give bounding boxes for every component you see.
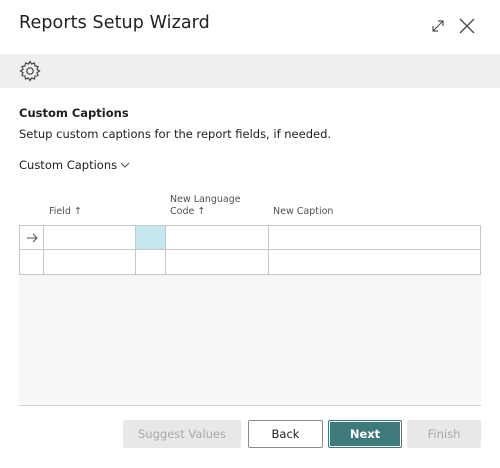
field-lookup-cell[interactable] <box>135 226 165 250</box>
new-caption-cell[interactable] <box>268 250 481 274</box>
wizard-footer: Suggest Values Back Next Finish <box>0 420 500 450</box>
custom-captions-grid: Field ↑ New Language Code ↑ New Caption <box>19 188 481 406</box>
new-language-code-cell[interactable] <box>165 226 268 250</box>
new-caption-cell[interactable] <box>268 226 481 250</box>
table-row[interactable] <box>19 225 481 250</box>
table-row[interactable] <box>19 249 481 275</box>
grid-header: Field ↑ New Language Code ↑ New Caption <box>19 188 481 225</box>
column-header-field[interactable]: Field ↑ <box>49 206 82 218</box>
field-lookup-cell[interactable] <box>135 250 165 274</box>
section-title: Custom Captions <box>19 106 129 120</box>
chevron-down-icon <box>120 162 130 168</box>
field-cell[interactable] <box>43 250 135 274</box>
finish-button[interactable]: Finish <box>407 420 481 448</box>
field-cell[interactable] <box>43 226 135 250</box>
part-caption-label: Custom Captions <box>19 158 118 172</box>
suggest-values-button[interactable]: Suggest Values <box>123 420 241 448</box>
title-bar: Reports Setup Wizard <box>0 0 500 52</box>
column-header-new-language-code-line1: New Language <box>170 194 241 205</box>
column-header-new-language-code[interactable]: New Language Code ↑ <box>170 194 241 218</box>
gear-icon[interactable] <box>18 59 42 83</box>
arrow-right-icon <box>27 233 38 243</box>
column-header-new-language-code-line2: Code ↑ <box>170 206 206 217</box>
back-button[interactable]: Back <box>248 420 323 448</box>
custom-captions-part-toggle[interactable]: Custom Captions <box>19 158 130 172</box>
action-toolbar <box>0 54 500 88</box>
close-icon[interactable] <box>456 15 478 37</box>
row-indicator-cell[interactable] <box>19 226 43 250</box>
column-header-new-caption[interactable]: New Caption <box>273 206 333 218</box>
row-indicator-cell[interactable] <box>19 250 43 274</box>
section-description: Setup custom captions for the report fie… <box>19 127 332 141</box>
expand-icon[interactable] <box>428 16 448 36</box>
grid-rows <box>19 225 481 275</box>
reports-setup-wizard-dialog: Reports Setup Wizard Custom Captions Set… <box>0 0 500 468</box>
dialog-title: Reports Setup Wizard <box>19 13 210 33</box>
next-button[interactable]: Next <box>328 420 402 448</box>
new-language-code-cell[interactable] <box>165 250 268 274</box>
